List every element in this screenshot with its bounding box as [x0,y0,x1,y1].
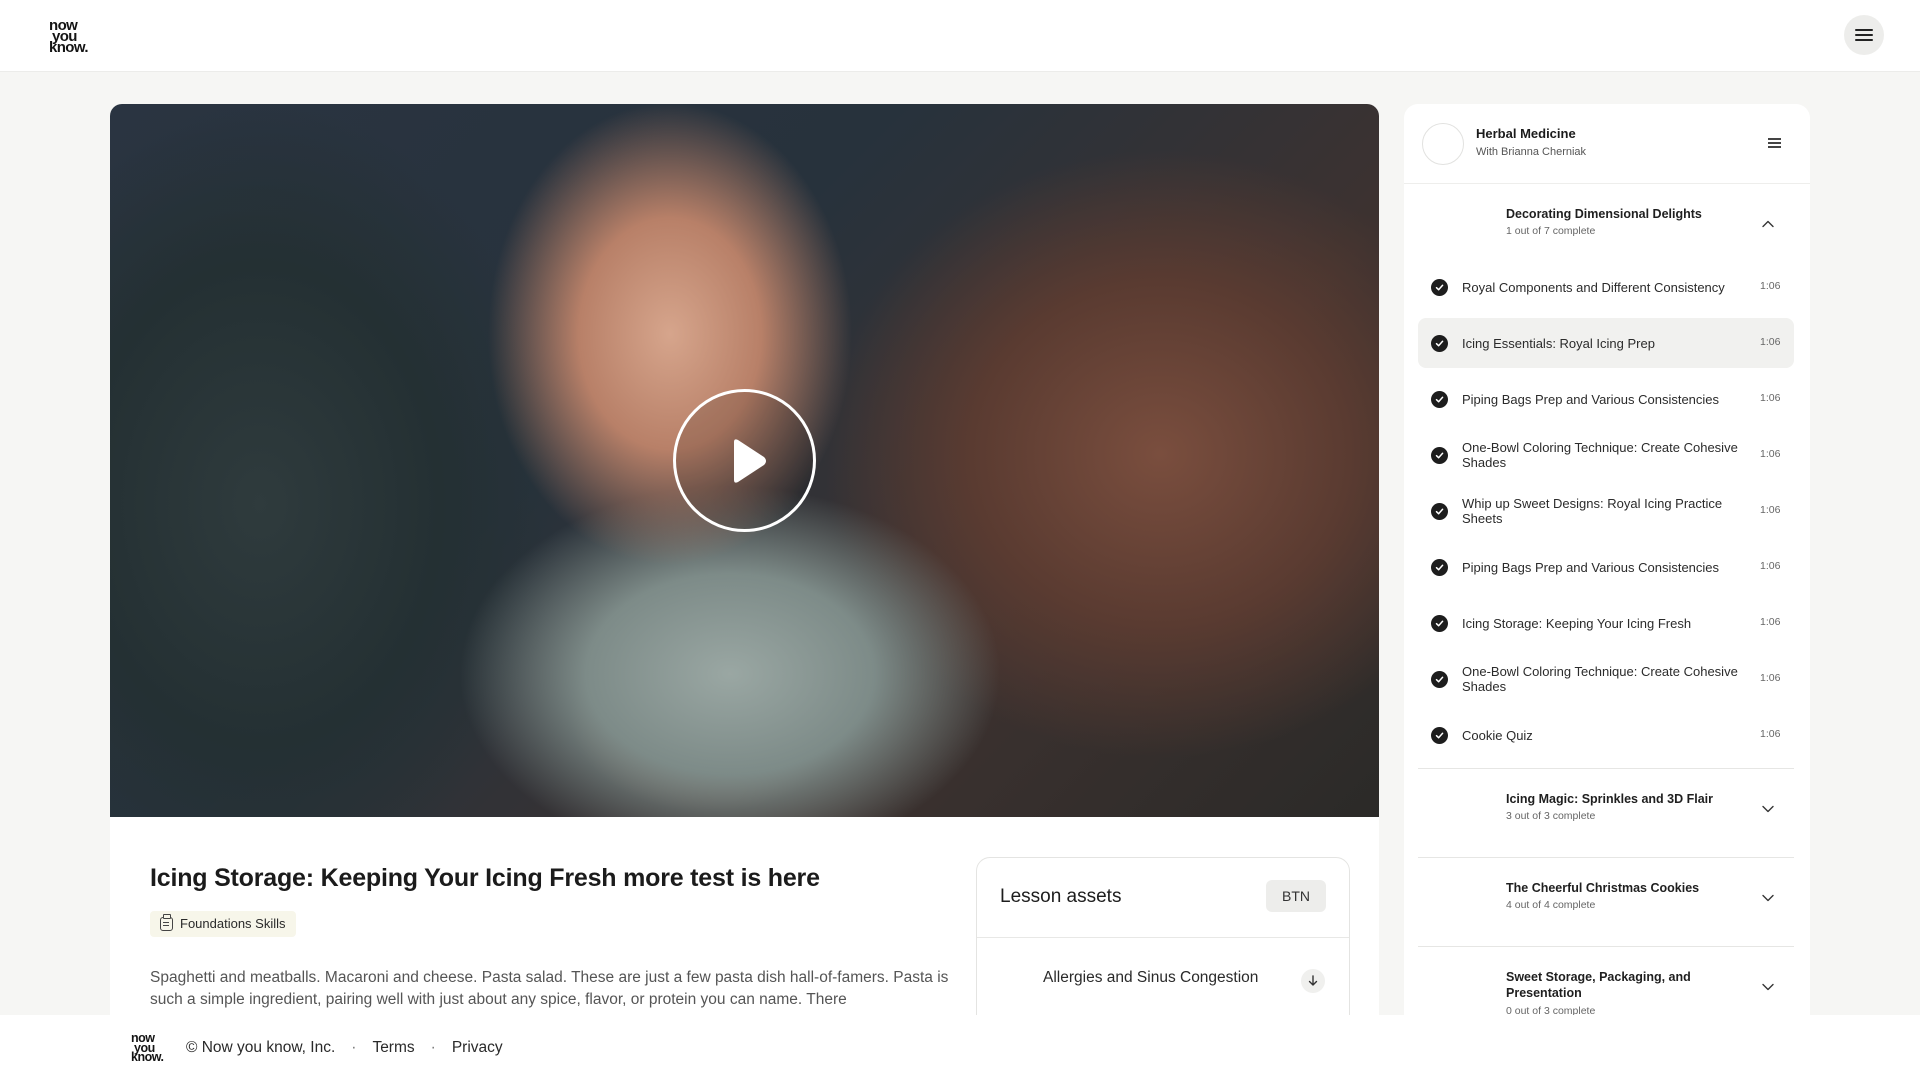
lesson-assets-header: Lesson assets BTN [977,858,1349,938]
footer-links: © Now you know, Inc. · Terms · Privacy [186,1039,503,1057]
section-header[interactable]: Icing Magic: Sprinkles and 3D Flair 3 ou… [1418,769,1794,849]
lesson-name: Icing Storage: Keeping Your Icing Fresh [1462,615,1692,631]
course-header: Herbal Medicine With Brianna Cherniak [1404,104,1810,184]
section-progress: 3 out of 3 complete [1506,810,1596,822]
lesson-duration: 1:06 [1760,728,1781,740]
lesson-duration: 1:06 [1760,448,1781,460]
section-header[interactable]: The Cheerful Christmas Cookies 4 out of … [1418,858,1794,938]
checkmark-icon [1431,447,1448,464]
footer-logo[interactable]: now you know. [131,1032,171,1063]
play-icon [733,438,766,483]
footer-separator: · [430,1039,436,1056]
skill-tag-label: Foundations Skills [180,916,286,931]
checkmark-icon [1431,503,1448,520]
lesson-duration: 1:06 [1760,280,1781,292]
footer-separator: · [351,1039,357,1056]
brand-logo[interactable]: now you know. [49,18,95,55]
skill-tag: Foundations Skills [150,911,296,937]
lesson-list-item[interactable]: One-Bowl Coloring Technique: Create Cohe… [1418,430,1794,480]
checkmark-icon [1431,335,1448,352]
course-title: Herbal Medicine [1476,126,1576,141]
lesson-list-item[interactable]: Whip up Sweet Designs: Royal Icing Pract… [1418,486,1794,536]
checkmark-icon [1431,727,1448,744]
chevron-down-icon [1762,983,1774,991]
lesson-name: Icing Essentials: Royal Icing Prep [1462,335,1655,351]
hamburger-icon [1855,29,1873,41]
video-player[interactable] [110,104,1379,817]
lesson-name: Cookie Quiz [1462,727,1533,743]
lesson-name: Royal Components and Different Consisten… [1462,279,1725,295]
page-footer: now you know. © Now you know, Inc. · Ter… [0,1015,1920,1080]
lesson-list-item[interactable]: Piping Bags Prep and Various Consistenci… [1418,374,1794,424]
lesson-duration: 1:06 [1760,672,1781,684]
checkmark-icon [1431,391,1448,408]
section-title: Icing Magic: Sprinkles and 3D Flair [1506,792,1713,806]
clipboard-icon [160,914,173,931]
instructor-avatar [1422,123,1464,165]
terms-link[interactable]: Terms [372,1039,414,1057]
asset-name: Allergies and Sinus Congestion [1043,969,1259,986]
section-title: Sweet Storage, Packaging, and Presentati… [1506,970,1691,1000]
course-sidebar: Herbal Medicine With Brianna Cherniak De… [1404,104,1810,1080]
lesson-duration: 1:06 [1760,392,1781,404]
course-author: With Brianna Cherniak [1476,146,1587,158]
main-menu-button[interactable] [1844,15,1884,55]
lesson-title: Icing Storage: Keeping Your Icing Fresh … [150,864,820,892]
lesson-duration: 1:06 [1760,560,1781,572]
lesson-list-item-active[interactable]: Icing Essentials: Royal Icing Prep 1:06 [1418,318,1794,368]
copyright-text: © Now you know, Inc. [186,1039,336,1056]
lesson-duration: 1:06 [1760,504,1781,516]
play-button[interactable] [673,389,816,532]
top-header: now you know. [0,0,1920,72]
lesson-description: Spaghetti and meatballs. Macaroni and ch… [150,969,949,1008]
lesson-duration: 1:06 [1760,616,1781,628]
lesson-name: Piping Bags Prep and Various Consistenci… [1462,391,1720,407]
section-header[interactable]: Decorating Dimensional Delights 1 out of… [1418,184,1794,264]
lesson-list-item[interactable]: Icing Storage: Keeping Your Icing Fresh … [1418,598,1794,648]
lesson-list-item[interactable]: Piping Bags Prep and Various Consistenci… [1418,542,1794,592]
chevron-down-icon [1762,805,1774,813]
checkmark-icon [1431,615,1448,632]
lesson-list-item[interactable]: Royal Components and Different Consisten… [1418,262,1794,312]
section-progress: 4 out of 4 complete [1506,899,1596,911]
asset-item[interactable]: Allergies and Sinus Congestion [977,938,1349,1018]
download-icon[interactable] [1301,969,1325,993]
lesson-name: One-Bowl Coloring Technique: Create Cohe… [1462,664,1738,694]
lesson-list-item[interactable]: One-Bowl Coloring Technique: Create Cohe… [1418,654,1794,704]
chevron-down-icon [1762,894,1774,902]
lesson-name: One-Bowl Coloring Technique: Create Cohe… [1462,440,1738,470]
checkmark-icon [1431,671,1448,688]
section-title: The Cheerful Christmas Cookies [1506,881,1700,895]
privacy-link[interactable]: Privacy [452,1039,503,1057]
section-progress: 1 out of 7 complete [1506,225,1596,237]
lesson-assets-title: Lesson assets [1000,886,1122,907]
lesson-list-item[interactable]: Cookie Quiz 1:06 [1418,710,1794,760]
lesson-duration: 1:06 [1760,336,1781,348]
assets-button[interactable]: BTN [1266,880,1326,912]
course-menu-icon[interactable] [1768,136,1782,148]
lesson-name: Whip up Sweet Designs: Royal Icing Pract… [1462,496,1723,526]
checkmark-icon [1431,559,1448,576]
chevron-up-icon [1762,220,1774,228]
section-title: Decorating Dimensional Delights [1506,207,1702,221]
checkmark-icon [1431,279,1448,296]
lesson-name: Piping Bags Prep and Various Consistenci… [1462,559,1720,575]
